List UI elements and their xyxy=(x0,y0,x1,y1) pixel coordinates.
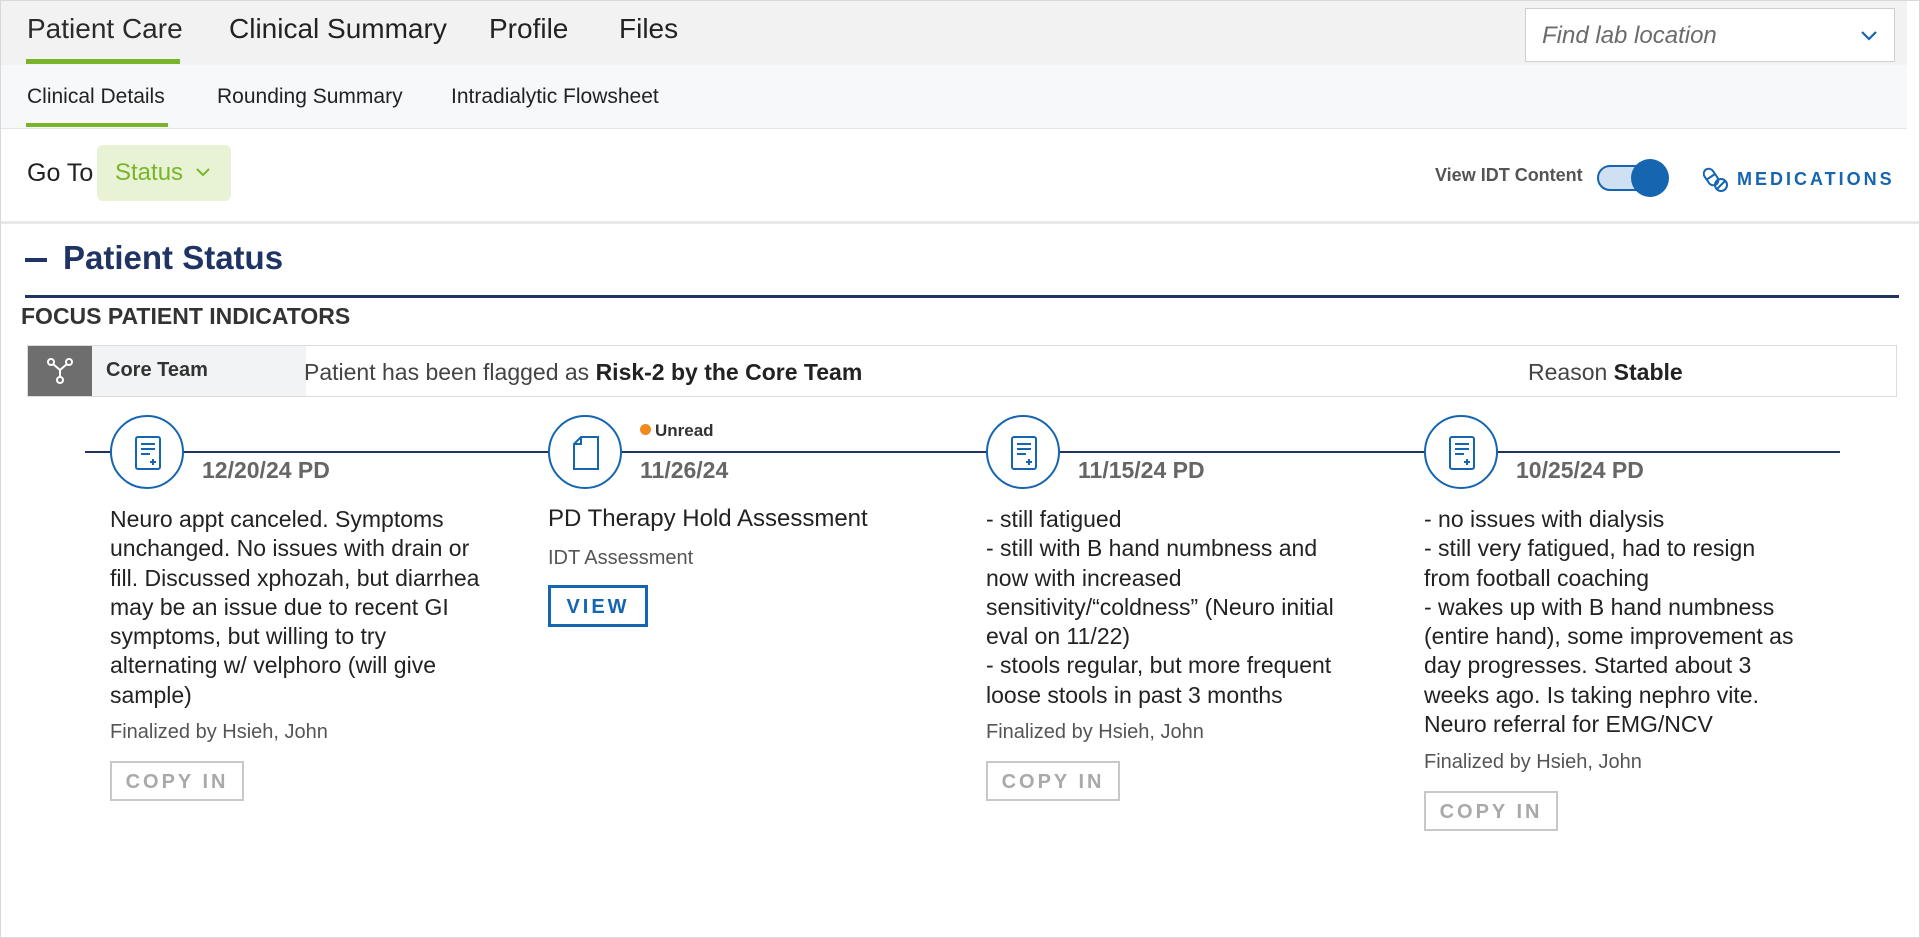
timeline-date: 11/15/24 PD xyxy=(1078,457,1205,483)
unread-label: Unread xyxy=(655,421,714,440)
copy-in-button[interactable]: COPY IN xyxy=(110,761,244,801)
reason-value: Stable xyxy=(1613,359,1683,385)
risk-flag-value: Risk-2 by the Core Team xyxy=(595,359,863,385)
clinical-note-icon xyxy=(135,436,161,470)
active-subtab-indicator xyxy=(26,123,168,127)
assessment-title: PD Therapy Hold Assessment xyxy=(548,505,868,532)
section-title: Patient Status xyxy=(63,239,284,276)
tab-profile[interactable]: Profile xyxy=(489,13,568,45)
view-idt-content-label: View IDT Content xyxy=(1435,165,1583,185)
clinical-note-icon xyxy=(1449,436,1475,470)
timeline-node xyxy=(110,415,184,489)
network-icon xyxy=(47,358,73,384)
reason-label: Reason xyxy=(1528,359,1614,385)
chevron-down-icon[interactable] xyxy=(1858,25,1880,47)
timeline-date: 12/20/24 PD xyxy=(202,457,330,483)
tab-files[interactable]: Files xyxy=(619,13,678,45)
goto-selected-value: Status xyxy=(115,159,184,186)
copy-in-button[interactable]: COPY IN xyxy=(986,761,1120,801)
chevron-down-icon xyxy=(196,168,210,177)
medications-label: MEDICATIONS xyxy=(1737,169,1895,189)
focus-patient-indicators-heading: FOCUS PATIENT INDICATORS xyxy=(21,303,351,329)
timeline-node xyxy=(548,415,622,489)
finalized-by: Finalized by Hsieh, John xyxy=(986,721,1204,743)
toggle-knob xyxy=(1631,159,1669,197)
top-nav: Patient Care Clinical Summary Profile Fi… xyxy=(1,1,1907,65)
view-button[interactable]: VIEW xyxy=(548,585,648,627)
view-idt-content-toggle[interactable] xyxy=(1597,159,1669,197)
timeline-note: Neuro appt canceled. Symptoms unchanged.… xyxy=(110,506,480,708)
copy-in-button[interactable]: COPY IN xyxy=(1424,791,1558,831)
collapse-icon[interactable] xyxy=(25,258,47,262)
risk-flag-text: Patient has been flagged as Risk-2 by th… xyxy=(304,359,862,386)
core-team-icon-box xyxy=(28,346,92,396)
goto-status-dropdown[interactable]: Status xyxy=(97,145,231,201)
assessment-type: IDT Assessment xyxy=(548,547,694,569)
pills-icon xyxy=(1703,167,1728,192)
timeline-date: 11/26/24 xyxy=(640,457,729,483)
risk-flag-prefix: Patient has been flagged as xyxy=(304,359,596,385)
finalized-by: Finalized by Hsieh, John xyxy=(110,721,328,743)
subtab-rounding-summary[interactable]: Rounding Summary xyxy=(217,85,403,109)
core-team-indicator: Core Team Patient has been flagged as Ri… xyxy=(27,345,1897,397)
goto-bar: Go To Status View IDT Content MEDICATION… xyxy=(1,129,1919,224)
lab-location-select[interactable] xyxy=(1525,8,1895,62)
finalized-by: Finalized by Hsieh, John xyxy=(1424,751,1642,773)
timeline-note: - no issues with dialysis - still very f… xyxy=(1424,506,1794,738)
timeline-note: - still fatigued - still with B hand num… xyxy=(986,506,1334,708)
tab-clinical-summary[interactable]: Clinical Summary xyxy=(229,13,447,45)
subtab-clinical-details[interactable]: Clinical Details xyxy=(27,85,165,109)
sub-nav: Clinical Details Rounding Summary Intrad… xyxy=(1,65,1907,129)
timeline-line xyxy=(85,451,1840,453)
goto-label: Go To xyxy=(27,159,94,187)
timeline-date: 10/25/24 PD xyxy=(1516,457,1644,483)
core-team-label-box: Core Team xyxy=(92,346,306,396)
timeline-node xyxy=(1424,415,1498,489)
core-team-label: Core Team xyxy=(106,359,208,381)
section-divider xyxy=(25,295,1899,298)
active-tab-indicator xyxy=(26,59,180,64)
document-icon xyxy=(573,436,599,470)
reason-text: Reason Stable xyxy=(1528,359,1683,386)
lab-location-input[interactable] xyxy=(1540,17,1844,55)
unread-badge: Unread xyxy=(640,421,714,441)
unread-dot xyxy=(640,424,651,435)
tab-patient-care[interactable]: Patient Care xyxy=(27,13,183,45)
timeline-node xyxy=(986,415,1060,489)
clinical-note-icon xyxy=(1011,436,1037,470)
subtab-intradialytic-flowsheet[interactable]: Intradialytic Flowsheet xyxy=(451,85,659,109)
